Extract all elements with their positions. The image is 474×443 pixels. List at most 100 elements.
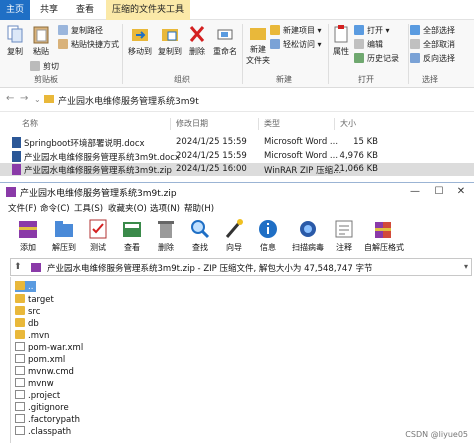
- list-item[interactable]: pom-war.xml: [15, 342, 83, 353]
- group-label-new: 新建: [276, 75, 292, 84]
- list-item[interactable]: src: [15, 306, 40, 317]
- list-item[interactable]: db: [15, 318, 39, 329]
- rename-icon: [217, 29, 233, 40]
- tab-compressed-tools[interactable]: 压缩的文件夹工具: [106, 0, 191, 20]
- info-button[interactable]: 信息: [250, 218, 286, 253]
- tab-home[interactable]: 主页: [0, 0, 30, 20]
- invert-selection-icon: [410, 53, 420, 63]
- easy-access-button[interactable]: 轻松访问 ▾: [270, 38, 322, 51]
- list-item[interactable]: .mvn: [15, 330, 49, 341]
- paste-button[interactable]: 粘贴: [30, 24, 52, 57]
- select-none-button[interactable]: 全部取消: [410, 38, 455, 51]
- column-size[interactable]: 大小: [340, 118, 356, 129]
- address-path[interactable]: 产业园水电维修服务管理系统3m9t: [58, 94, 199, 107]
- cmd-file-icon: [15, 366, 25, 375]
- close-icon[interactable]: ✕: [450, 184, 472, 200]
- column-name[interactable]: 名称: [22, 118, 38, 129]
- move-to-button[interactable]: 移动到: [126, 24, 154, 57]
- select-none-icon: [410, 39, 420, 49]
- invert-selection-button[interactable]: 反向选择: [410, 52, 455, 65]
- file-row[interactable]: Springboot环境部署说明.docx 2024/1/25 15:59 Mi…: [0, 136, 474, 149]
- list-item[interactable]: mvnw.cmd: [15, 366, 74, 377]
- tab-view[interactable]: 查看: [70, 0, 100, 20]
- menu-tools[interactable]: 工具(S): [74, 202, 103, 214]
- dropdown-chevron-icon[interactable]: ▾: [464, 262, 468, 271]
- file-row[interactable]: 产业园水电维修服务管理系统3m9t.docx 2024/1/25 15:59 M…: [0, 150, 474, 163]
- menu-options[interactable]: 选项(N): [150, 202, 180, 214]
- ribbon-separator: [328, 24, 329, 84]
- find-button[interactable]: 查找: [182, 218, 218, 253]
- list-item[interactable]: .classpath: [15, 426, 71, 437]
- virus-scan-icon: [300, 221, 316, 237]
- rar-delete-button[interactable]: 删除: [148, 218, 184, 253]
- open-button[interactable]: 打开 ▾: [354, 24, 390, 37]
- menu-file[interactable]: 文件(F): [8, 202, 37, 214]
- file-icon: [15, 390, 25, 399]
- edit-button[interactable]: 编辑: [354, 38, 383, 51]
- copy-path-button[interactable]: 复制路径: [58, 24, 103, 37]
- tab-share[interactable]: 共享: [34, 0, 64, 20]
- add-archive-icon: [19, 221, 37, 238]
- select-all-button[interactable]: 全部选择: [410, 24, 455, 37]
- menu-favorites[interactable]: 收藏夹(O): [108, 202, 147, 214]
- history-button[interactable]: 历史记录: [354, 52, 399, 65]
- paste-shortcut-button[interactable]: 粘贴快捷方式: [58, 38, 119, 51]
- virus-scan-button[interactable]: 扫描病毒: [288, 218, 328, 253]
- window-title: 产业园水电维修服务管理系统3m9t.zip: [20, 189, 177, 199]
- view-button[interactable]: 查看: [114, 218, 150, 253]
- extract-folder-icon: [55, 221, 73, 237]
- open-icon: [354, 25, 364, 35]
- list-item[interactable]: mvnw: [15, 378, 54, 389]
- menu-command[interactable]: 命令(C): [40, 202, 70, 214]
- ribbon-separator: [122, 24, 123, 84]
- forward-arrow-icon[interactable]: →: [20, 93, 28, 104]
- list-item[interactable]: .project: [15, 390, 60, 401]
- copy-button[interactable]: 复制: [4, 24, 26, 57]
- column-date[interactable]: 修改日期: [176, 118, 208, 129]
- maximize-icon[interactable]: ☐: [428, 184, 450, 200]
- new-folder-button[interactable]: 新建 文件夹: [244, 24, 272, 66]
- up-arrow-icon[interactable]: ⬆: [14, 262, 22, 272]
- new-item-button[interactable]: 新建项目 ▾: [270, 24, 322, 37]
- wizard-button[interactable]: 向导: [216, 218, 252, 253]
- cut-button[interactable]: 剪切: [30, 60, 59, 73]
- list-item[interactable]: target: [15, 294, 54, 305]
- properties-button[interactable]: 属性: [330, 24, 352, 57]
- copy-to-button[interactable]: 复制到: [156, 24, 184, 57]
- sfx-button[interactable]: 自解压格式: [362, 218, 406, 253]
- winrar-titlebar: 产业园水电维修服务管理系统3m9t.zip — ☐ ✕: [0, 183, 474, 201]
- ribbon-tabs: 主页 共享 查看 压缩的文件夹工具: [0, 0, 474, 20]
- archive-file-list: .. target src db .mvn pom-war.xml pom.xm…: [10, 277, 444, 443]
- minimize-icon[interactable]: —: [404, 184, 426, 200]
- list-item[interactable]: .gitignore: [15, 402, 69, 413]
- easy-access-icon: [270, 39, 280, 49]
- add-button[interactable]: 添加: [10, 218, 46, 253]
- winrar-toolbar: 添加 解压到 测试 查看 删除 查找 向导 信息 扫描病毒 注释 自解压格式: [0, 216, 474, 256]
- rename-button[interactable]: 重命名: [212, 24, 238, 57]
- file-row-selected[interactable]: 产业园水电维修服务管理系统3m9t.zip 2024/1/25 16:00 Wi…: [0, 163, 474, 176]
- delete-button[interactable]: 删除: [186, 24, 208, 57]
- file-icon: [15, 378, 25, 387]
- edit-icon: [354, 39, 364, 49]
- menu-help[interactable]: 帮助(H): [184, 202, 214, 214]
- list-item-up[interactable]: ..: [15, 281, 37, 292]
- folder-icon: [44, 95, 54, 103]
- list-item[interactable]: pom.xml: [15, 354, 65, 365]
- parent-folder-icon: [15, 281, 25, 290]
- folder-icon: [15, 294, 25, 303]
- sfx-archive-icon: [375, 222, 391, 238]
- folder-icon: [15, 330, 25, 339]
- back-arrow-icon[interactable]: ←: [6, 93, 14, 104]
- recent-chevron-icon[interactable]: ⌄: [34, 95, 41, 104]
- column-type[interactable]: 类型: [264, 118, 280, 129]
- extract-to-button[interactable]: 解压到: [46, 218, 82, 253]
- address-bar: ← → ⌄ 产业园水电维修服务管理系统3m9t: [0, 88, 474, 112]
- test-button[interactable]: 测试: [80, 218, 116, 253]
- copy-path-icon: [58, 25, 68, 35]
- column-separator: [170, 118, 171, 130]
- copy-icon: [7, 25, 23, 43]
- clipboard-icon: [33, 26, 49, 44]
- comment-icon: [335, 220, 353, 238]
- comment-button[interactable]: 注释: [326, 218, 362, 253]
- list-item[interactable]: .factorypath: [15, 414, 80, 425]
